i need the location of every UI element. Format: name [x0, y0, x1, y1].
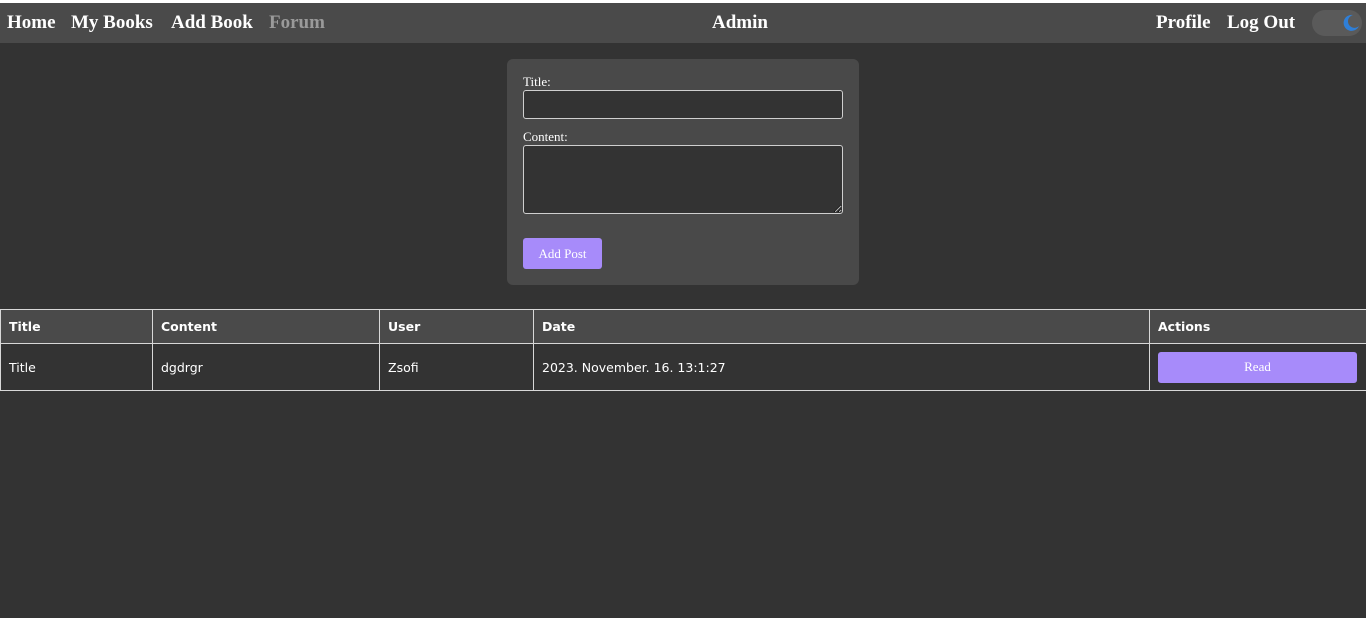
content-textarea[interactable]	[523, 145, 843, 214]
nav-admin-title: Admin	[712, 12, 768, 33]
column-header-actions: Actions	[1149, 309, 1366, 344]
top-navbar: Home My Books Add Book Forum Admin Profi…	[0, 3, 1366, 43]
nav-my-books-link[interactable]: My Books	[71, 12, 153, 34]
title-field-label: Title:	[523, 74, 551, 89]
nav-add-book-link[interactable]: Add Book	[171, 12, 253, 34]
add-post-form: Title: Content: Add Post	[507, 59, 859, 285]
moon-icon	[1343, 14, 1359, 31]
nav-logout-link[interactable]: Log Out	[1227, 12, 1295, 34]
nav-profile-link[interactable]: Profile	[1156, 12, 1211, 34]
read-button[interactable]: Read	[1158, 351, 1357, 383]
theme-toggle[interactable]	[1312, 10, 1362, 36]
column-header-date: Date	[533, 309, 1150, 344]
cell-content: dgdrgr	[152, 343, 380, 391]
title-input[interactable]	[523, 90, 843, 119]
content-field-label: Content:	[523, 129, 568, 144]
table-row: Title dgdrgr Zsofi 2023. November. 16. 1…	[0, 343, 1366, 391]
column-header-title: Title	[0, 309, 153, 344]
column-header-content: Content	[152, 309, 380, 344]
cell-title: Title	[0, 343, 153, 391]
nav-forum-link[interactable]: Forum	[269, 12, 325, 34]
cell-date: 2023. November. 16. 13:1:27	[533, 343, 1150, 391]
column-header-user: User	[379, 309, 534, 344]
table-header-row: Title Content User Date Actions	[0, 309, 1366, 344]
cell-actions: Read	[1149, 343, 1366, 391]
cell-user: Zsofi	[379, 343, 534, 391]
posts-table: Title Content User Date Actions Title dg…	[0, 309, 1366, 391]
nav-home-link[interactable]: Home	[7, 12, 56, 34]
add-post-button[interactable]: Add Post	[523, 238, 602, 269]
